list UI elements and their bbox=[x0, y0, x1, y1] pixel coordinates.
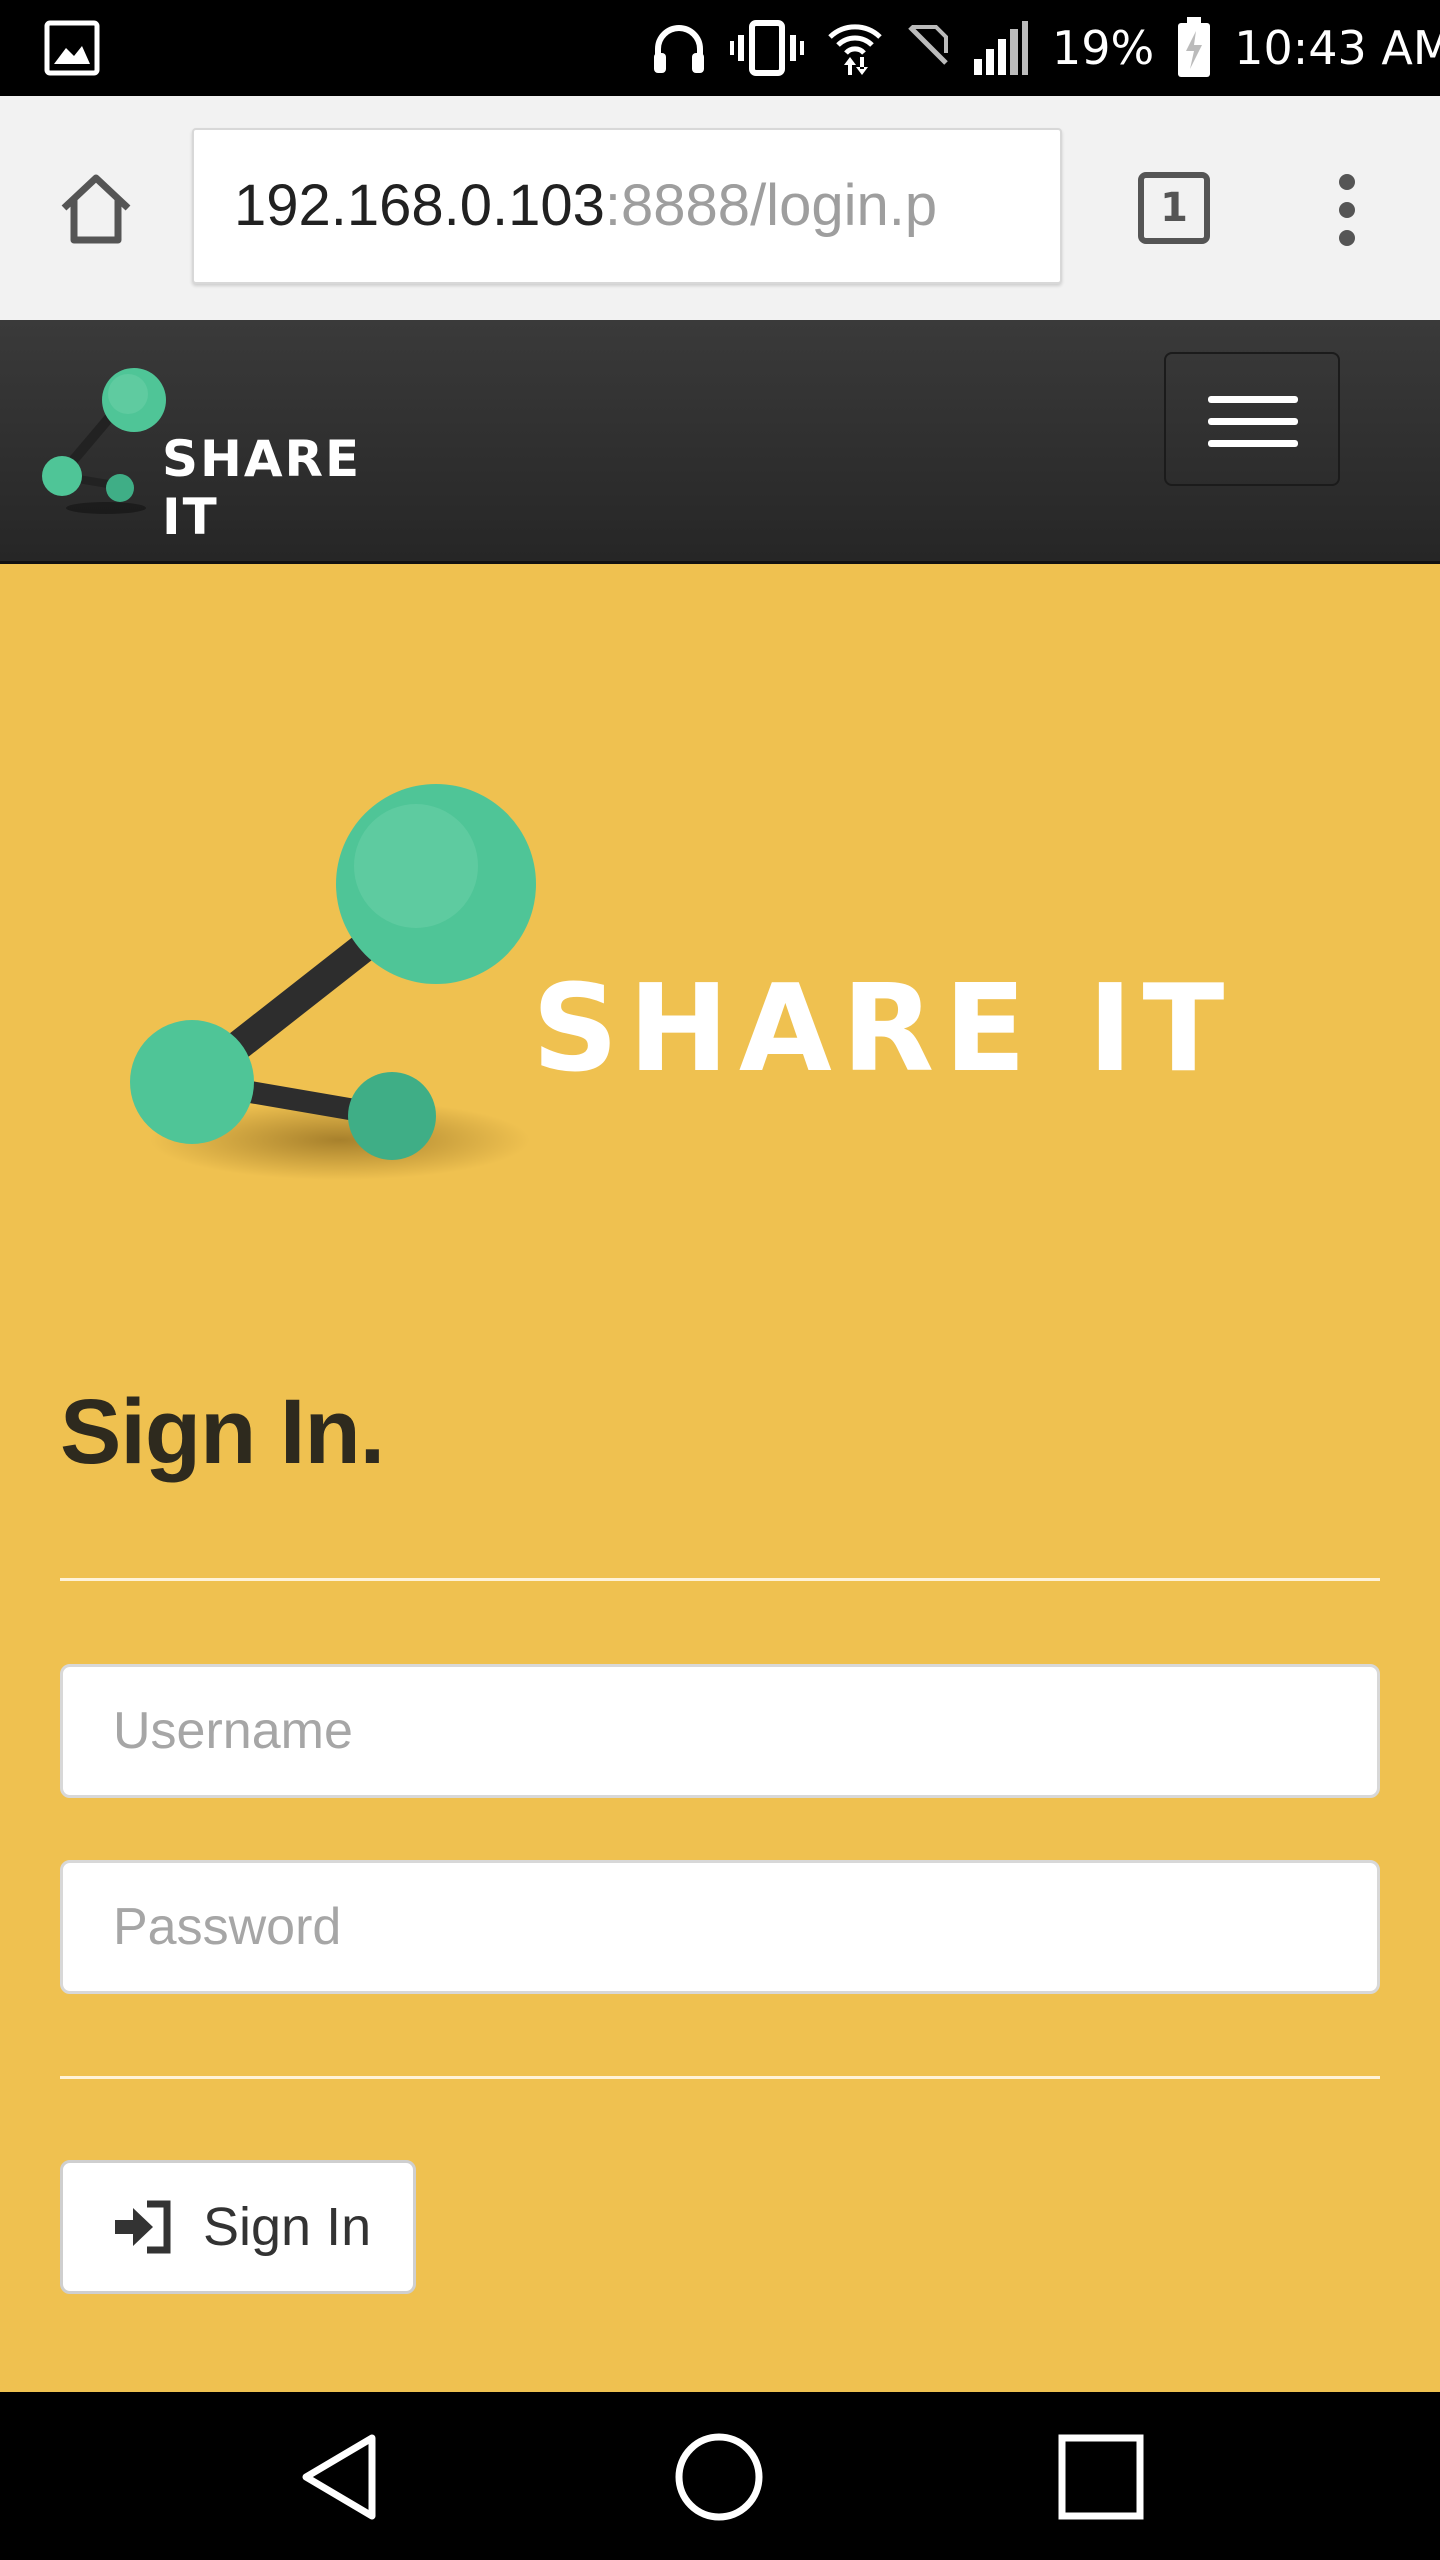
site-navbar: SHARE IT bbox=[0, 320, 1440, 564]
password-input[interactable] bbox=[60, 1860, 1380, 1994]
sign-in-icon bbox=[115, 2200, 171, 2254]
hero-brand-text: SHARE IT bbox=[532, 960, 1235, 1099]
headphones-icon bbox=[654, 25, 704, 73]
no-sim-icon bbox=[908, 25, 948, 65]
home-circle-icon[interactable] bbox=[674, 2432, 764, 2522]
android-nav-bar bbox=[0, 2392, 1440, 2560]
sign-in-button[interactable]: Sign In bbox=[60, 2160, 416, 2294]
vibrate-icon bbox=[730, 20, 804, 76]
status-bar: 19% 10:43 AM bbox=[0, 0, 1440, 96]
url-host: 192.168.0.103 bbox=[234, 173, 605, 238]
tabs-icon[interactable]: 1 bbox=[1138, 172, 1210, 244]
status-icons: 19% 10:43 AM bbox=[650, 14, 1440, 82]
wifi-icon bbox=[828, 24, 882, 75]
home-icon[interactable] bbox=[56, 168, 136, 248]
url-path: :8888/login.p bbox=[604, 173, 938, 238]
overflow-menu-icon[interactable] bbox=[1330, 174, 1364, 246]
battery-percent: 19% bbox=[1052, 21, 1155, 75]
back-icon[interactable] bbox=[298, 2432, 378, 2522]
battery-charging-icon bbox=[1178, 17, 1211, 77]
browser-toolbar: 192.168.0.103:8888/login.p 1 bbox=[0, 96, 1440, 320]
username-input[interactable] bbox=[60, 1664, 1380, 1798]
divider-top bbox=[60, 1578, 1380, 1581]
hamburger-menu-icon[interactable] bbox=[1164, 352, 1340, 486]
url-bar[interactable]: 192.168.0.103:8888/login.p bbox=[192, 128, 1062, 284]
page-title: Sign In. bbox=[60, 1381, 385, 1483]
divider-bottom bbox=[60, 2076, 1380, 2079]
recents-icon[interactable] bbox=[1058, 2434, 1144, 2520]
share-logo-icon bbox=[42, 368, 166, 514]
signal-icon bbox=[974, 21, 1028, 75]
sign-in-label: Sign In bbox=[203, 2197, 372, 2257]
gallery-icon bbox=[44, 20, 100, 76]
navbar-brand-text: SHARE IT bbox=[162, 430, 362, 546]
share-it-logo bbox=[130, 784, 536, 1180]
clock: 10:43 AM bbox=[1234, 21, 1440, 75]
navbar-brand[interactable]: SHARE IT bbox=[36, 358, 416, 546]
